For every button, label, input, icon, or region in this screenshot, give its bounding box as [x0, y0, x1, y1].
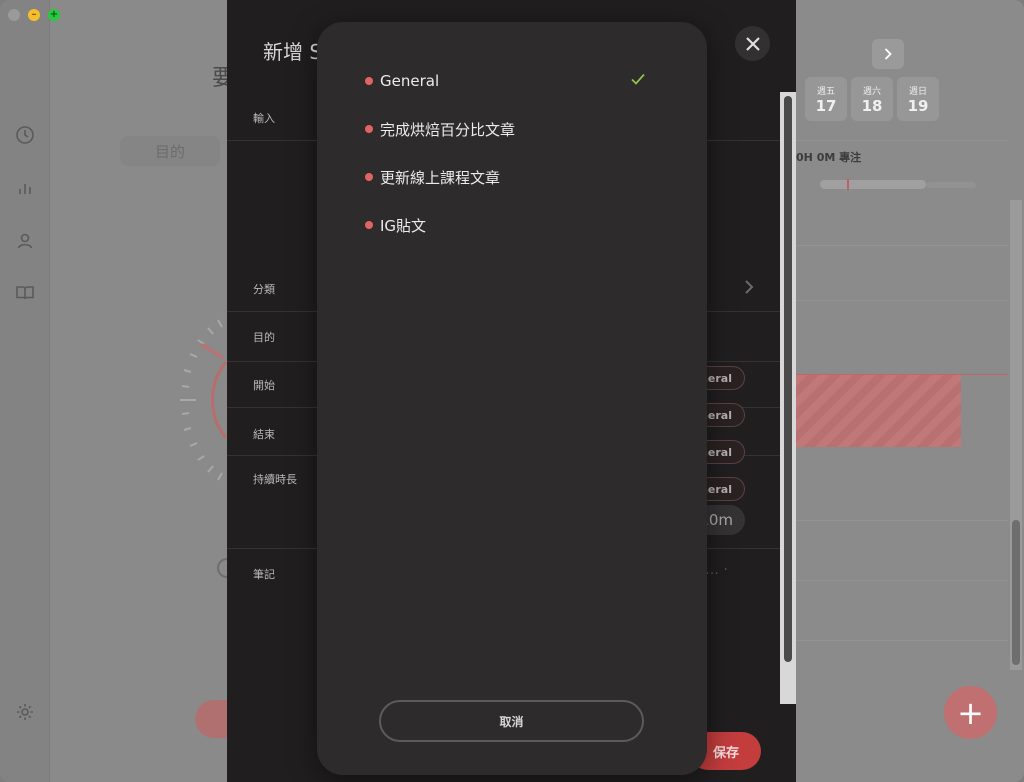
maximize-window-button[interactable]: + [48, 9, 60, 21]
hour-line [796, 520, 1008, 521]
category-option-label: General [380, 72, 440, 90]
cancel-button[interactable]: 取消 [379, 700, 644, 742]
focus-progress-tail [926, 182, 976, 188]
category-option-label: 更新線上課程文章 [380, 168, 501, 187]
day-cell-sun[interactable]: 週日 19 [897, 77, 939, 121]
focus-progress-track [820, 180, 926, 189]
check-icon [630, 71, 650, 91]
day-number: 17 [815, 96, 837, 115]
focus-progress-marker [847, 179, 849, 190]
day-name: 週五 [816, 86, 835, 97]
category-option-general[interactable]: General [317, 61, 707, 101]
window-controls: – + [8, 9, 60, 21]
category-color-dot [365, 125, 373, 133]
chevron-right-icon [745, 280, 754, 294]
goal-label: 目的 [253, 331, 275, 344]
minimize-window-button[interactable]: – [28, 9, 40, 21]
category-option-ig-post[interactable]: IG貼文 [317, 205, 707, 245]
background-goal-tab: 目的 [120, 136, 220, 166]
sheet-title: 新增 S [263, 40, 323, 64]
clock-icon[interactable] [13, 123, 37, 147]
duration-label: 持續時長 [253, 473, 297, 486]
focus-total: 0H 0M 專注 [796, 151, 862, 164]
day-cell-sat[interactable]: 週六 18 [851, 77, 893, 121]
close-sheet-button[interactable] [735, 26, 770, 61]
hour-line [796, 640, 1008, 641]
day-number: 18 [861, 96, 883, 115]
category-chevron[interactable] [742, 278, 758, 296]
book-icon[interactable] [13, 281, 37, 305]
sheet-scrollbar-thumb[interactable] [784, 96, 792, 662]
hour-line [796, 245, 1008, 246]
category-option-baking-article[interactable]: 完成烘焙百分比文章 [317, 109, 707, 149]
day-number: 19 [907, 96, 929, 115]
hour-line [796, 580, 1008, 581]
sidebar [0, 0, 50, 782]
add-entry-button[interactable]: + [944, 686, 997, 739]
notes-label: 筆記 [253, 568, 275, 581]
next-week-button[interactable] [872, 39, 904, 69]
input-label: 輸入 [253, 112, 275, 125]
day-cell-fri[interactable]: 週五 17 [805, 77, 847, 121]
category-option-label: 完成烘焙百分比文章 [380, 120, 516, 139]
end-label: 結束 [253, 428, 275, 441]
category-color-dot [365, 77, 373, 85]
chart-icon[interactable] [13, 176, 37, 200]
close-icon [745, 36, 760, 51]
day-name: 週日 [908, 86, 927, 97]
category-color-dot [365, 173, 373, 181]
person-icon[interactable] [13, 229, 37, 253]
notes-placeholder[interactable]: … · [705, 562, 728, 578]
gear-icon[interactable] [13, 700, 37, 724]
category-option-course-article[interactable]: 更新線上課程文章 [317, 157, 707, 197]
category-picker: General 完成烘焙百分比文章 更新線上課程文章 IG貼文 取消 [317, 22, 707, 775]
category-label: 分類 [253, 283, 275, 296]
calendar-event-block[interactable] [796, 375, 961, 447]
calendar-scrollbar-thumb[interactable] [1012, 520, 1020, 665]
close-window-button[interactable] [8, 9, 20, 21]
start-label: 開始 [253, 379, 275, 392]
category-color-dot [365, 221, 373, 229]
day-name: 週六 [862, 86, 881, 97]
category-option-label: IG貼文 [380, 216, 427, 235]
divider [796, 140, 1008, 141]
hour-line [796, 300, 1008, 301]
